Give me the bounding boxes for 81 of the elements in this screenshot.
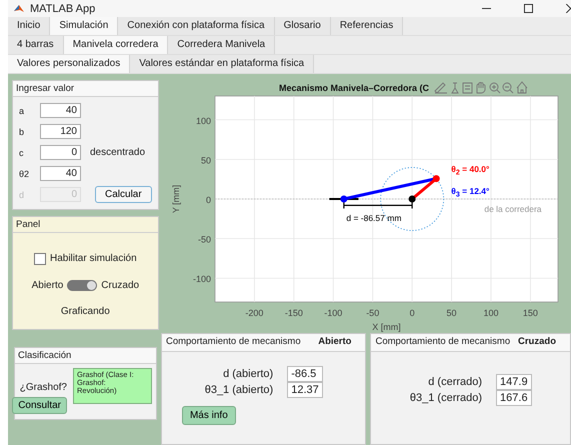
panel-title: Ingresar valor bbox=[13, 81, 158, 97]
dimension-line bbox=[342, 202, 412, 208]
tick-label: -100 bbox=[324, 308, 342, 318]
checkbox-label: Habilitar simulación bbox=[50, 253, 137, 264]
field-label: a bbox=[19, 106, 26, 116]
field-label: b bbox=[19, 126, 26, 136]
tab[interactable]: Inicio bbox=[8, 17, 50, 35]
tick-label: 0 bbox=[206, 195, 211, 205]
toggle-switch[interactable] bbox=[67, 280, 98, 291]
tick-label: 0 bbox=[409, 308, 414, 318]
panel-title: Panel bbox=[13, 217, 158, 233]
question-label: ¿Grashof? bbox=[20, 382, 67, 393]
more-info-button[interactable]: Más info bbox=[182, 406, 236, 425]
zoom-in-icon[interactable] bbox=[489, 82, 500, 94]
tick-label: -100 bbox=[192, 274, 211, 284]
x-axis-label: X [mm] bbox=[372, 322, 400, 332]
field-label: c bbox=[19, 148, 24, 158]
consult-button[interactable]: Consultar bbox=[12, 397, 67, 414]
tick-label: 150 bbox=[522, 308, 538, 318]
value-field: 167.6 bbox=[496, 390, 532, 406]
tab[interactable]: Conexión con plataforma física bbox=[118, 17, 275, 35]
value-field: -86.5 bbox=[287, 366, 323, 382]
input-field[interactable]: 120 bbox=[40, 124, 81, 139]
brush-icon[interactable] bbox=[434, 82, 448, 94]
result-label: d (abierto) bbox=[222, 368, 274, 380]
mode-label: Cruzado bbox=[518, 336, 556, 347]
tick-label: -50 bbox=[198, 234, 211, 245]
value-field: 12.37 bbox=[287, 382, 323, 398]
tick-label: 50 bbox=[200, 155, 211, 166]
slider-line bbox=[329, 198, 358, 200]
app-logo-icon bbox=[13, 2, 25, 14]
plot-annotation: θ$_{3}$ = 12.4° bbox=[451, 184, 490, 201]
field-note: descentrado bbox=[90, 147, 146, 158]
pan-icon[interactable] bbox=[476, 82, 486, 94]
input-field[interactable]: 40 bbox=[40, 103, 81, 118]
home-icon[interactable] bbox=[516, 81, 528, 94]
data-tip-icon[interactable] bbox=[450, 82, 458, 94]
tab[interactable]: Valores estándar en plataforma física bbox=[130, 55, 314, 73]
tick-label: 100 bbox=[483, 308, 498, 318]
value-field: 147.9 bbox=[496, 374, 532, 390]
result-label: θ3_1 (cerrado) bbox=[410, 392, 482, 404]
tick-label: -50 bbox=[366, 308, 379, 318]
input-field[interactable]: 40 bbox=[40, 166, 81, 181]
checkbox[interactable] bbox=[34, 252, 46, 265]
tab[interactable]: Valores personalizados bbox=[8, 55, 130, 73]
tick-label: 100 bbox=[196, 116, 211, 126]
tab[interactable]: Manivela corredera bbox=[64, 36, 168, 54]
panel-title: Comportamiento de mecanismo bbox=[375, 336, 510, 347]
panel-title: Comportamiento de mecanismo bbox=[166, 336, 301, 347]
joint-dot bbox=[408, 196, 416, 202]
tab[interactable]: Glosario bbox=[274, 17, 331, 35]
tab[interactable]: Referencias bbox=[330, 17, 404, 35]
mode-label: Abierto bbox=[318, 336, 352, 347]
calculate-button[interactable]: Calcular bbox=[95, 186, 152, 203]
zoom-out-icon[interactable] bbox=[502, 82, 514, 94]
input-field[interactable]: 0 bbox=[40, 145, 81, 160]
legend-icon[interactable] bbox=[462, 82, 472, 94]
plot-title: Mecanismo Manivela–Corredora (C bbox=[278, 83, 429, 93]
tab[interactable]: 4 barras bbox=[8, 36, 64, 54]
plot-annotation: de la corredera bbox=[484, 203, 542, 216]
panel-title: Clasificación bbox=[15, 348, 156, 364]
window-title: MATLAB App bbox=[30, 2, 96, 14]
tick-label: 50 bbox=[446, 308, 456, 318]
close-icon[interactable] bbox=[566, 4, 571, 13]
switch-label: Abierto bbox=[32, 280, 64, 291]
tick-label: -200 bbox=[245, 308, 264, 318]
switch-label: Cruzado bbox=[101, 280, 140, 291]
tab[interactable]: Corredera Manivela bbox=[168, 36, 276, 54]
plot-annotation: d = -86.57 mm bbox=[346, 212, 402, 225]
tick-label: -150 bbox=[284, 308, 303, 318]
joint-dot bbox=[432, 175, 440, 182]
result-label: d (cerrado) bbox=[427, 376, 482, 388]
joint-dot bbox=[340, 196, 348, 202]
tab[interactable]: Simulación bbox=[50, 17, 118, 35]
result-label: θ3_1 (abierto) bbox=[204, 384, 274, 396]
maximize-icon[interactable] bbox=[524, 4, 533, 13]
plot-annotation: θ$_{2}$ = 40.0° bbox=[451, 162, 490, 178]
status-text: Graficando bbox=[60, 306, 110, 318]
field-label: θ2 bbox=[19, 168, 30, 178]
y-axis-label: Y [mm] bbox=[170, 184, 181, 214]
crank-link-line bbox=[410, 177, 437, 200]
